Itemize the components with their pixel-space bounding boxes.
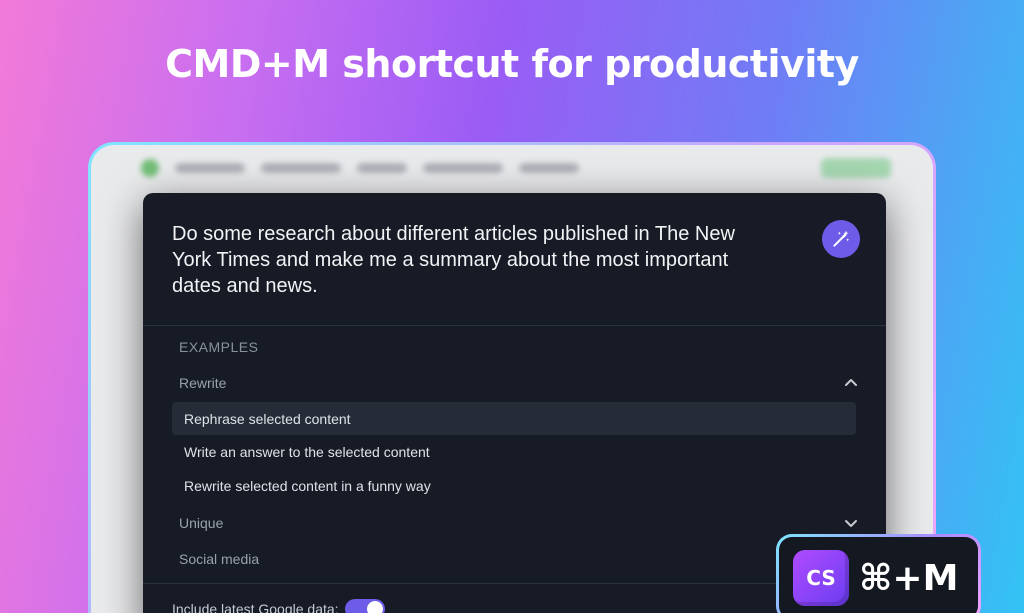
blurred-item [261,163,341,173]
google-data-label: Include latest Google data: [172,601,339,613]
group-social-media[interactable]: Social media [179,551,859,573]
shortcut-keys: ⌘+M [859,557,959,599]
blurred-item [519,163,579,173]
example-item[interactable]: Write an answer to the selected content [172,435,856,468]
group-label: Social media [179,551,260,567]
group-label: Rewrite [179,375,227,391]
examples-label: EXAMPLES [179,339,259,355]
blurred-item [175,163,245,173]
shortcut-badge: CS ⌘+M [776,534,981,613]
blurred-button [821,158,891,178]
group-unique[interactable]: Unique [179,515,859,537]
divider [143,325,886,326]
headline: CMD+M shortcut for productivity [165,42,859,86]
blurred-logo [141,159,159,177]
blurred-item [423,163,503,173]
blurred-item [357,163,407,173]
magic-wand-icon [833,230,850,247]
example-item[interactable]: Rewrite selected content in a funny way [172,469,856,502]
google-data-toggle[interactable] [344,599,385,613]
google-data-row: Include latest Google data: [172,599,385,613]
cs-logo: CS [793,550,849,606]
ai-command-modal: Do some research about different article… [143,193,886,613]
chevron-up-icon [845,379,857,386]
blurred-toolbar [141,153,891,183]
example-item[interactable]: Rephrase selected content [172,402,856,435]
divider [143,583,886,584]
prompt-input[interactable]: Do some research about different article… [172,221,772,299]
chevron-down-icon [845,520,857,527]
generate-button[interactable] [822,220,860,258]
group-label: Unique [179,515,224,531]
group-rewrite[interactable]: Rewrite [179,375,859,397]
